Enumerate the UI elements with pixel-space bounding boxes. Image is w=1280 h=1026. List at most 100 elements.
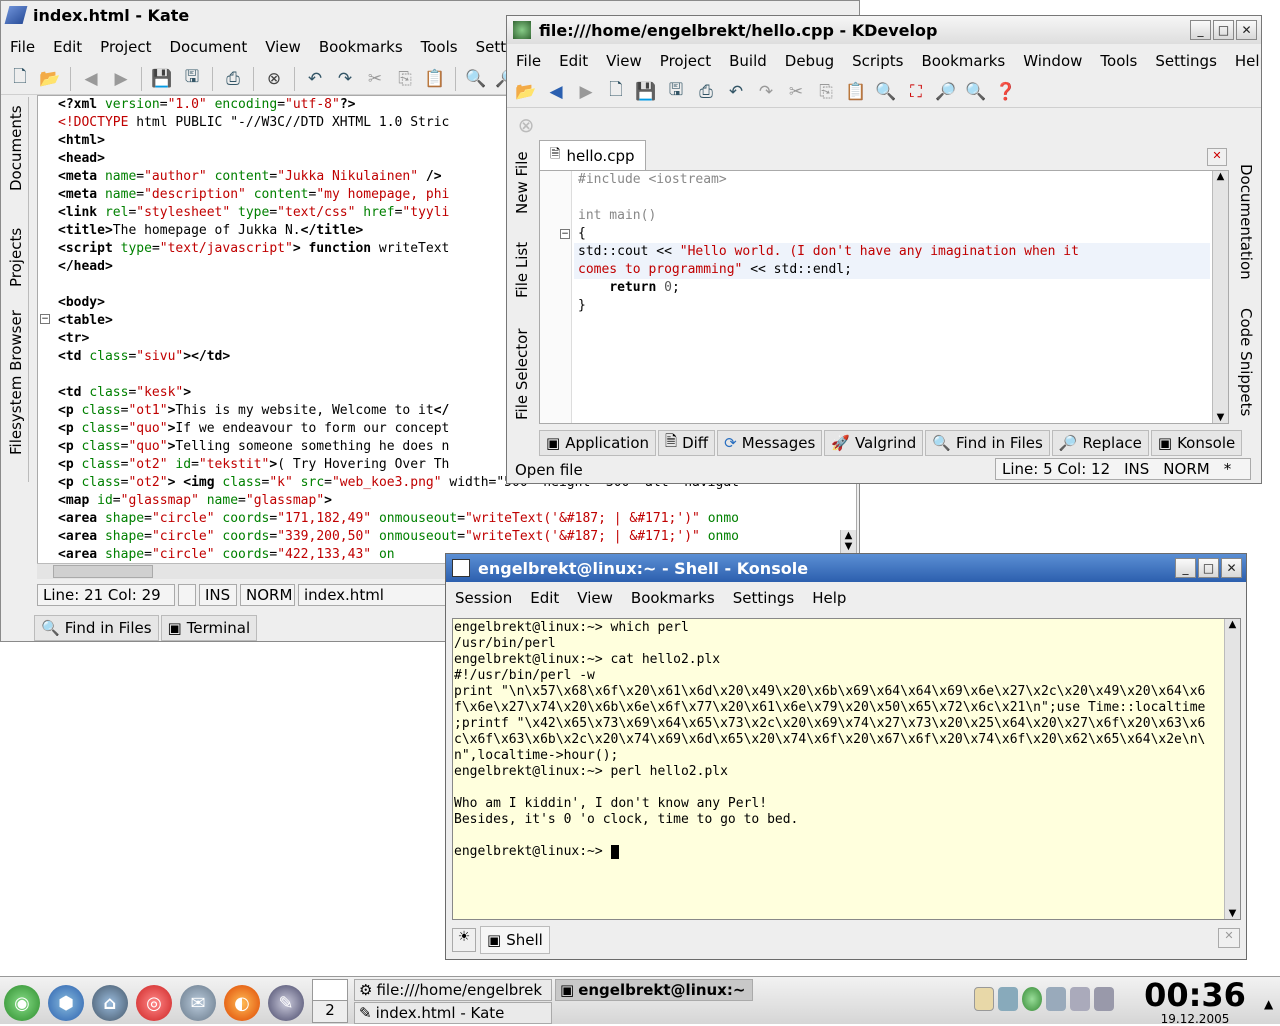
menu-view[interactable]: View <box>256 38 310 56</box>
tab-find-in-files[interactable]: 🔍 Find in Files <box>34 615 159 641</box>
kmenu-icon[interactable]: ◉ <box>4 985 40 1021</box>
desktop-pager[interactable]: 2 <box>312 979 348 1023</box>
tab-application[interactable]: ▣ Application <box>539 430 656 456</box>
tab-konsole[interactable]: ▣ Konsole <box>1150 430 1243 456</box>
menu-help[interactable]: Help <box>803 589 855 607</box>
konsole-titlebar[interactable]: engelbrekt@linux:~ - Shell - Konsole <box>446 554 1246 582</box>
menu-help[interactable]: Help <box>1226 52 1261 70</box>
sidebar-tab-file-selector[interactable]: File Selector <box>513 324 531 421</box>
open-project-icon[interactable]: 📂 <box>513 79 539 105</box>
save-all-icon[interactable]: 🖫 <box>663 79 689 105</box>
show-desktop-arrow-icon[interactable]: ▲ <box>1264 997 1273 1011</box>
menu-session[interactable]: Session <box>446 589 521 607</box>
paste-icon[interactable]: 📋 <box>843 79 869 105</box>
print-icon[interactable]: ⎙ <box>693 79 719 105</box>
close-button[interactable]: ✕ <box>1236 20 1257 40</box>
save-as-icon[interactable]: 🖫 <box>179 66 205 92</box>
close-button[interactable]: ✕ <box>1221 558 1242 578</box>
scroll-down-arrow-icon[interactable]: ▼ <box>1225 908 1240 919</box>
klipper-icon[interactable] <box>974 987 994 1011</box>
cut-icon[interactable]: ✂ <box>362 66 388 92</box>
redo-icon[interactable]: ↷ <box>332 66 358 92</box>
new-file-icon[interactable]: 🗋 <box>7 66 33 92</box>
terminal-scrollbar[interactable]: ▲ ▼ <box>1224 619 1240 919</box>
menu-debug[interactable]: Debug <box>776 52 843 70</box>
zoom-in-icon[interactable]: 🔎 <box>933 79 959 105</box>
undo-icon[interactable]: ↶ <box>723 79 749 105</box>
forward-icon[interactable]: ▶ <box>573 79 599 105</box>
email-icon[interactable]: ✉ <box>180 985 216 1021</box>
pager-desktop-2[interactable]: 2 <box>313 1001 347 1022</box>
scroll-down-arrow-icon[interactable]: ▼ <box>841 541 856 552</box>
cut-icon[interactable]: ✂ <box>783 79 809 105</box>
menu-build[interactable]: Build <box>720 52 776 70</box>
sidebar-tab-filesystem-browser[interactable]: Filesystem Browser <box>7 305 25 455</box>
tab-diff[interactable]: 🗎 Diff <box>658 430 716 456</box>
scroll-down-arrow-icon[interactable]: ▼ <box>1213 412 1228 423</box>
settings-icon[interactable] <box>1070 987 1090 1011</box>
open-file-icon[interactable]: 📂 <box>37 66 63 92</box>
menu-view[interactable]: View <box>568 589 622 607</box>
sidebar-tab-documents[interactable]: Documents <box>7 101 25 191</box>
firefox-icon[interactable]: ◐ <box>224 985 260 1021</box>
network-icon[interactable] <box>998 987 1018 1011</box>
paste-icon[interactable]: 📋 <box>422 66 448 92</box>
menu-view[interactable]: View <box>597 52 651 70</box>
tab-valgrind[interactable]: 🚀 Valgrind <box>824 430 924 456</box>
task-konsole[interactable]: ▣ engelbrekt@linux:~ <box>555 979 753 1001</box>
home-icon[interactable]: ⬢ <box>48 985 84 1021</box>
minimize-button[interactable]: _ <box>1190 20 1211 40</box>
task-kate[interactable]: ✎ index.html - Kate <box>354 1002 552 1024</box>
menu-file[interactable]: File <box>1 38 44 56</box>
tab-replace[interactable]: 🔎 Replace <box>1051 430 1149 456</box>
find-icon[interactable]: 🔍 <box>873 79 899 105</box>
sidebar-tab-projects[interactable]: Projects <box>7 215 25 287</box>
scroll-up-arrow-icon[interactable]: ▲ <box>1213 171 1228 182</box>
sidebar-tab-new-file[interactable]: New File <box>513 144 531 214</box>
tab-terminal[interactable]: ▣ Terminal <box>160 615 258 641</box>
save-icon[interactable]: 💾 <box>149 66 175 92</box>
redo-icon[interactable]: ↷ <box>753 79 779 105</box>
undo-icon[interactable]: ↶ <box>302 66 328 92</box>
power-icon[interactable] <box>1046 987 1066 1011</box>
copy-icon[interactable]: ⎘ <box>813 79 839 105</box>
save-icon[interactable]: 💾 <box>633 79 659 105</box>
menu-project[interactable]: Project <box>651 52 720 70</box>
kdevelop-titlebar[interactable]: file:///home/engelbrekt/hello.cpp - KDev… <box>507 16 1261 44</box>
copy-icon[interactable]: ⎘ <box>392 66 418 92</box>
back-icon[interactable]: ◀ <box>543 79 569 105</box>
close-document-icon[interactable]: ⊗ <box>261 66 287 92</box>
print-icon[interactable]: ⎙ <box>220 66 246 92</box>
help-icon[interactable]: ◎ <box>136 985 172 1021</box>
menu-tools[interactable]: Tools <box>1091 52 1146 70</box>
scroll-up-arrow-icon[interactable]: ▲ <box>841 530 856 541</box>
kdevelop-editor[interactable]: − #include <iostream> int main(){std::co… <box>539 170 1229 424</box>
sidebar-tab-code-snippets[interactable]: Code Snippets <box>1237 308 1255 428</box>
menu-edit[interactable]: Edit <box>521 589 568 607</box>
find-icon[interactable]: 🔍 <box>463 66 489 92</box>
menu-edit[interactable]: Edit <box>550 52 597 70</box>
code-folding-marker[interactable]: − <box>40 314 50 324</box>
fullscreen-icon[interactable]: ⛶ <box>903 79 929 105</box>
maximize-button[interactable]: □ <box>1213 20 1234 40</box>
pager-desktop-1[interactable] <box>313 980 347 1001</box>
minimize-button[interactable]: _ <box>1175 558 1196 578</box>
close-tab-icon[interactable]: ✕ <box>1207 148 1227 166</box>
terminal-area[interactable]: engelbrekt@linux:~> which perl/usr/bin/p… <box>452 618 1241 920</box>
close-session-icon[interactable]: ✕ <box>1218 928 1240 948</box>
code-folding-marker[interactable]: − <box>560 229 570 239</box>
menu-tools[interactable]: Tools <box>412 38 467 56</box>
menu-scripts[interactable]: Scripts <box>843 52 912 70</box>
forward-icon[interactable]: ▶ <box>108 66 134 92</box>
menu-file[interactable]: File <box>507 52 550 70</box>
menu-document[interactable]: Document <box>161 38 257 56</box>
scroll-up-arrow-icon[interactable]: ▲ <box>1225 619 1240 630</box>
menu-settings[interactable]: Settings <box>1146 52 1226 70</box>
back-icon[interactable]: ◀ <box>78 66 104 92</box>
sidebar-tab-documentation[interactable]: Documentation <box>1237 164 1255 284</box>
new-file-icon[interactable]: 🗋 <box>603 79 629 105</box>
maximize-button[interactable]: □ <box>1198 558 1219 578</box>
new-session-icon[interactable]: ☀ <box>452 928 476 952</box>
menu-bookmarks[interactable]: Bookmarks <box>310 38 412 56</box>
update-icon[interactable] <box>1022 987 1042 1011</box>
